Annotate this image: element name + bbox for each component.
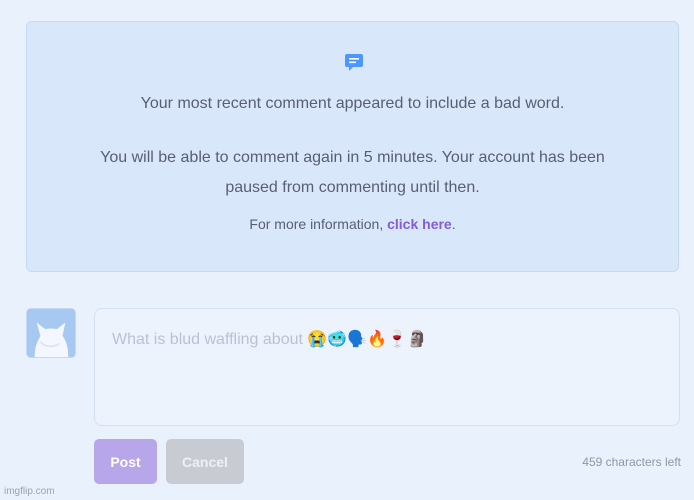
characters-left-counter: 459 characters left bbox=[582, 455, 681, 469]
more-info-message: For more information, click here. bbox=[27, 216, 678, 232]
comment-input[interactable] bbox=[94, 308, 680, 426]
more-info-prefix: For more information, bbox=[249, 216, 388, 232]
cat-avatar-icon bbox=[27, 309, 75, 357]
post-button[interactable]: Post bbox=[94, 439, 157, 484]
bad-word-message: Your most recent comment appeared to inc… bbox=[140, 95, 565, 112]
comment-icon bbox=[345, 54, 363, 71]
click-here-link[interactable]: click here bbox=[387, 216, 452, 232]
user-avatar bbox=[26, 308, 76, 358]
imgflip-watermark: imgflip.com bbox=[4, 486, 55, 497]
pause-duration-text: You will be able to comment again in 5 m… bbox=[100, 149, 605, 196]
cancel-button[interactable]: Cancel bbox=[166, 439, 244, 484]
comment-paused-notice: Your most recent comment appeared to inc… bbox=[26, 21, 679, 272]
pause-duration-message: You will be able to comment again in 5 m… bbox=[27, 143, 678, 203]
more-info-suffix: . bbox=[451, 216, 456, 232]
